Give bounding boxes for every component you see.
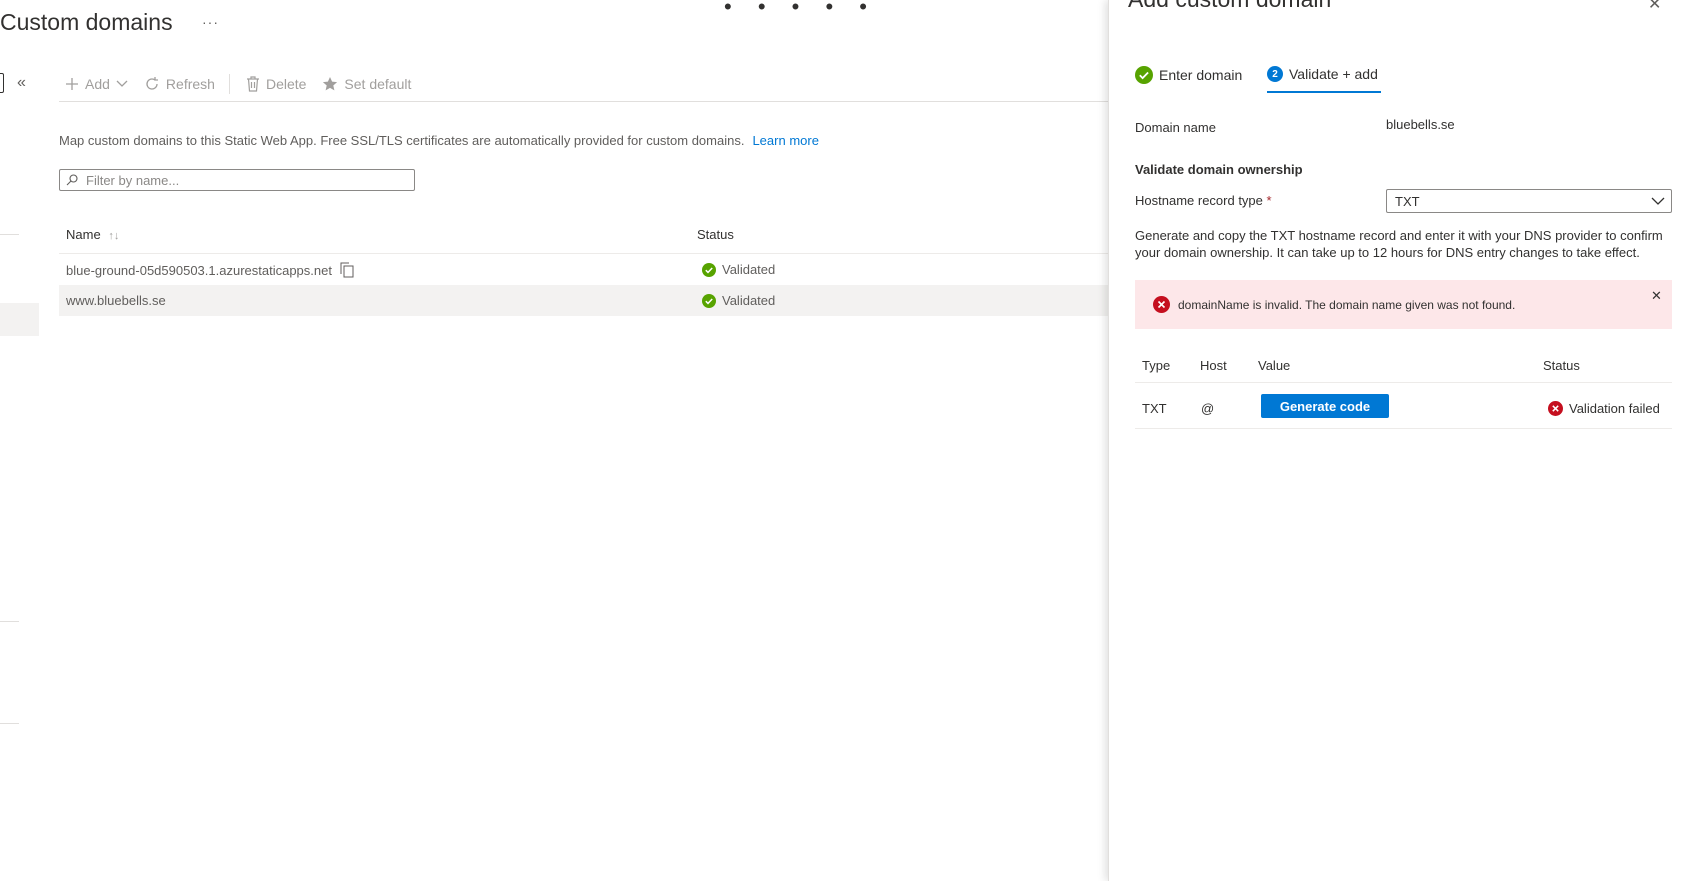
domain-name-value: bluebells.se — [1386, 117, 1455, 132]
record-type-cell: TXT — [1142, 401, 1167, 416]
generate-code-button[interactable]: Generate code — [1261, 394, 1389, 418]
sort-icon: ↑↓ — [108, 230, 120, 242]
set-default-label: Set default — [344, 76, 412, 92]
copy-icon[interactable] — [340, 262, 354, 278]
menu-item-selected[interactable] — [0, 303, 39, 336]
step-validate-add[interactable]: 2 Validate + add — [1267, 66, 1378, 82]
refresh-label: Refresh — [165, 76, 215, 92]
status-text: Validated — [722, 293, 776, 308]
step-label: Enter domain — [1159, 67, 1243, 83]
record-type-value: TXT — [1395, 193, 1420, 209]
loading-dots: • • • • • — [724, 0, 877, 19]
filter-input[interactable] — [84, 171, 408, 189]
command-bar: Add Refresh Delete Set default — [65, 72, 427, 96]
filter-box[interactable] — [59, 169, 415, 191]
search-icon — [66, 174, 78, 186]
success-check-icon — [702, 293, 716, 308]
close-panel-button[interactable]: ✕ — [1648, 0, 1661, 14]
page-description: Map custom domains to this Static Web Ap… — [59, 133, 819, 148]
column-header-value: Value — [1258, 358, 1291, 373]
refresh-button[interactable]: Refresh — [144, 76, 215, 92]
section-title: Validate domain ownership — [1135, 162, 1303, 177]
table-row[interactable]: www.bluebells.se Validated — [59, 285, 1108, 316]
domain-name: www.bluebells.se — [66, 293, 166, 308]
search-box-edge[interactable] — [0, 73, 4, 93]
panel-title: Add custom domain — [1128, 0, 1331, 13]
table-row[interactable]: blue-ground-05d590503.1.azurestaticapps.… — [59, 254, 1108, 285]
record-type-label-text: Hostname record type — [1135, 193, 1263, 208]
menu-divider — [0, 234, 19, 235]
plus-icon — [65, 77, 79, 91]
add-button[interactable]: Add — [65, 76, 128, 92]
refresh-icon — [144, 76, 160, 92]
dismiss-error-button[interactable]: ✕ — [1651, 288, 1662, 304]
validation-status-text: Validation failed — [1569, 401, 1660, 416]
record-type-dropdown[interactable]: TXT — [1386, 189, 1672, 213]
column-header-type: Type — [1142, 358, 1171, 373]
toolbar-divider — [59, 101, 1108, 102]
toolbar-separator — [228, 74, 230, 94]
collapse-menu-button[interactable]: « — [17, 74, 26, 92]
column-header-status: Status — [1543, 358, 1580, 373]
menu-divider — [0, 621, 19, 622]
column-header-name[interactable]: Name ↑↓ — [66, 227, 119, 242]
step-enter-domain[interactable]: Enter domain — [1135, 66, 1242, 84]
delete-button[interactable]: Delete — [246, 76, 306, 92]
page-title: Custom domains — [0, 9, 173, 35]
instructions-text: Generate and copy the TXT hostname recor… — [1135, 228, 1663, 260]
status-text: Validated — [722, 262, 776, 277]
error-icon — [1153, 296, 1170, 313]
description-text: Map custom domains to this Static Web Ap… — [59, 133, 745, 148]
error-banner: domainName is invalid. The domain name g… — [1135, 280, 1672, 329]
learn-more-link[interactable]: Learn more — [752, 133, 818, 148]
record-table-row-divider — [1135, 428, 1672, 429]
column-header-host: Host — [1200, 358, 1227, 373]
set-default-button[interactable]: Set default — [322, 76, 411, 92]
star-icon — [322, 76, 338, 92]
column-header-status[interactable]: Status — [697, 227, 734, 242]
delete-label: Delete — [265, 76, 307, 92]
menu-divider — [0, 723, 19, 724]
domain-name-label: Domain name — [1135, 120, 1216, 135]
record-table-header-divider — [1135, 382, 1672, 383]
step-complete-icon — [1135, 66, 1153, 84]
error-message: domainName is invalid. The domain name g… — [1178, 297, 1516, 312]
step-label: Validate + add — [1289, 66, 1378, 82]
record-host-cell: @ — [1201, 401, 1215, 416]
step-number-badge: 2 — [1267, 66, 1283, 82]
success-check-icon — [702, 262, 716, 277]
more-options-button[interactable]: ··· — [202, 14, 219, 30]
active-step-indicator — [1267, 91, 1381, 93]
required-marker: * — [1266, 193, 1272, 208]
domain-name: blue-ground-05d590503.1.azurestaticapps.… — [66, 262, 332, 278]
record-type-label: Hostname record type * — [1135, 193, 1272, 208]
add-label: Add — [85, 76, 110, 92]
name-column-label: Name — [66, 227, 101, 242]
chevron-down-icon — [1651, 197, 1665, 206]
trash-icon — [246, 76, 260, 92]
chevron-down-icon — [116, 80, 128, 88]
validation-status: Validation failed — [1548, 401, 1660, 416]
error-icon — [1548, 401, 1563, 416]
